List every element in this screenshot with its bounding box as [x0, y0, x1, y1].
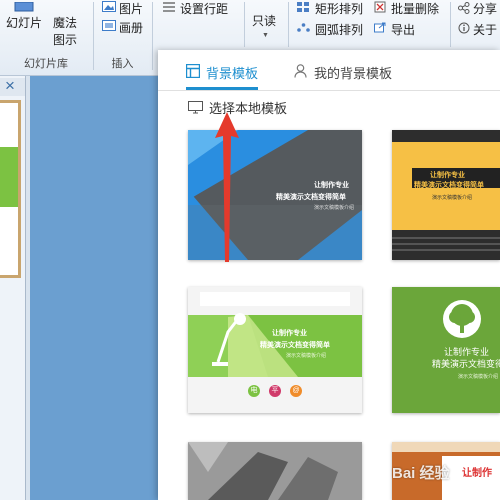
slide-button-label: 幻灯片 [6, 16, 43, 30]
slide-canvas[interactable] [30, 76, 160, 500]
rect-arrange-button[interactable]: 矩形排列 [295, 0, 370, 16]
export-button[interactable]: 导出 [372, 20, 427, 37]
user-icon [294, 64, 307, 78]
tab-background-templates[interactable]: 背景模板 [186, 62, 266, 90]
card-artwork [188, 442, 362, 500]
template-card[interactable]: 让制作专业 精美演示文档变得简单 演示文稿模板介绍 [392, 130, 500, 260]
tab-bg-label: 背景模板 [206, 66, 259, 81]
batch-delete-button[interactable]: 批量删除 [372, 0, 447, 16]
group-label-insert: 插入 [111, 58, 134, 70]
export-icon [374, 22, 386, 33]
card-title: 让制作专业 [314, 182, 349, 189]
ribbon-divider [93, 2, 94, 70]
tree-icon [443, 300, 481, 338]
card-caption: 演示文稿模板介绍 [432, 195, 473, 201]
picture-button[interactable]: 图片 [100, 0, 150, 16]
info-icon [458, 22, 470, 34]
share-button[interactable]: 分享 [456, 0, 500, 16]
template-panel [158, 50, 500, 500]
card-caption: 演示文稿模板介绍 [286, 353, 327, 359]
magic-label-1: 魔法 [53, 16, 78, 30]
card-caption: 演示文稿模板介绍 [314, 205, 355, 211]
card-subtitle: 精美演示文档变得简单 [260, 342, 330, 349]
album-label: 画册 [119, 21, 144, 35]
album-icon [102, 20, 116, 31]
slide-thumbnail[interactable] [0, 100, 21, 278]
arc-icon [297, 23, 310, 32]
picture-label: 图片 [119, 2, 144, 16]
card-dot: 电 [248, 385, 260, 397]
line-spacing-label: 设置行距 [180, 2, 229, 16]
line-spacing-icon [163, 2, 175, 12]
template-card[interactable] [188, 442, 362, 500]
card-band-top [392, 130, 500, 142]
slide-icon [14, 2, 34, 12]
monitor-icon [188, 101, 203, 114]
about-label: 关于 [473, 23, 498, 37]
card-stripes [392, 230, 500, 260]
about-button[interactable]: 关于 [456, 20, 500, 37]
card-top-band [200, 292, 350, 306]
card-title: 让制作 [462, 468, 492, 479]
share-label: 分享 [473, 2, 498, 16]
chevron-down-icon: ▼ [262, 32, 269, 39]
ribbon-divider [450, 2, 451, 47]
tab-my-templates[interactable]: 我的背景模板 [294, 62, 394, 90]
ribbon-divider [152, 2, 153, 70]
card-dot: @ [290, 385, 302, 397]
export-label: 导出 [391, 23, 416, 37]
share-icon [458, 2, 470, 14]
group-label-slides: 幻灯片库 [24, 58, 68, 70]
card-title: 让制作专业 [430, 172, 465, 179]
magic-diagram-button[interactable]: 魔法 图示 [50, 2, 84, 50]
ribbon-divider [288, 2, 289, 47]
readonly-button[interactable]: 只读 ▼ [250, 8, 280, 43]
arc-arrange-button[interactable]: 圆弧排列 [295, 20, 370, 37]
card-band-top [392, 442, 500, 452]
picture-icon [102, 1, 116, 12]
card-subtitle: 精美演示文档变得简单 [414, 182, 484, 189]
card-subtitle: 精美演示文档变得简单 [276, 194, 346, 201]
readonly-label: 只读 [252, 14, 277, 28]
slide-button[interactable]: 幻灯片 [2, 2, 46, 50]
rect-arrange-label: 矩形排列 [315, 2, 364, 16]
active-tab-indicator [186, 87, 258, 90]
card-subtitle: 精美演示文档变得 [432, 359, 500, 369]
arc-arrange-label: 圆弧排列 [315, 23, 364, 37]
grid-icon [297, 2, 309, 12]
line-spacing-button[interactable]: 设置行距 [160, 0, 240, 16]
template-card[interactable]: 让制作专业 精美演示文档变得简单 演示文稿模板介绍 电 平 @ [188, 287, 362, 413]
template-card[interactable]: 让制作专业 精美演示文档变得 演示文稿模板介绍 [392, 287, 500, 413]
close-icon[interactable]: × [5, 76, 15, 96]
watermark: Bai 经验 [392, 465, 450, 482]
card-caption: 演示文稿模板介绍 [458, 374, 499, 380]
batch-delete-label: 批量删除 [391, 2, 440, 16]
card-title: 让制作专业 [272, 330, 307, 337]
album-button[interactable]: 画册 [100, 18, 150, 35]
tab-my-label: 我的背景模板 [314, 66, 393, 81]
ribbon-divider [244, 2, 245, 47]
delete-icon [374, 1, 386, 13]
annotation-arrow-icon [215, 112, 239, 262]
template-icon [186, 64, 200, 78]
card-dot: 平 [269, 385, 281, 397]
magic-label-2: 图示 [53, 33, 78, 47]
thumbnail-preview [0, 147, 18, 207]
